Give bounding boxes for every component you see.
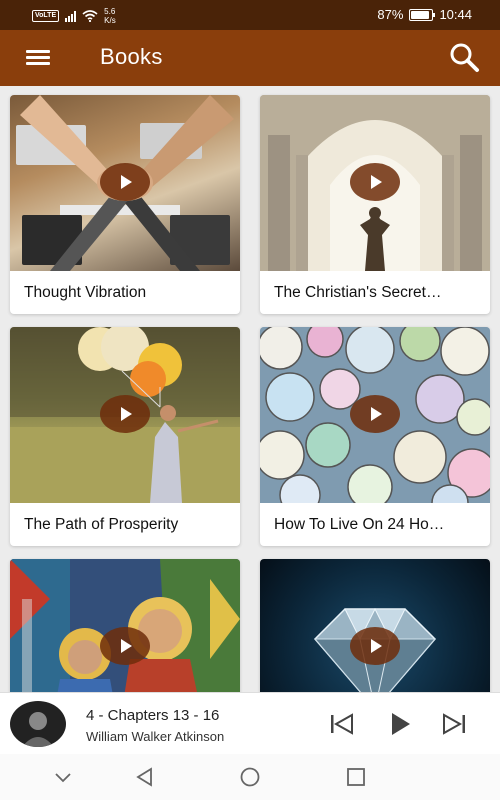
battery-icon [409,8,436,21]
battery-percent: 87% [377,7,404,22]
book-card[interactable]: How To Live On 24 Ho… [260,327,490,546]
play-icon[interactable] [100,627,150,665]
play-icon[interactable] [100,395,150,433]
status-bar: VoLTE 5.6 K/s 87% 10:44 [0,0,500,30]
book-cover-image [260,327,490,503]
book-cover-image [10,95,240,271]
now-playing-bar[interactable]: 4 - Chapters 13 - 16 William Walker Atki… [0,692,500,754]
recents-square-icon[interactable] [345,766,367,788]
book-title: How To Live On 24 Ho… [274,516,445,533]
book-cover-image [10,559,240,692]
now-playing-cover[interactable] [10,701,66,747]
book-card[interactable]: The Christian's Secret… [260,95,490,314]
search-icon[interactable] [446,40,482,76]
author-portrait-icon [22,712,54,747]
play-icon[interactable] [386,710,414,738]
page-title: Books [100,44,163,69]
status-left: VoLTE 5.6 K/s [32,7,116,25]
stained-glass-illustration [10,559,240,692]
status-right: 87% 10:44 [377,7,472,22]
skip-next-icon[interactable] [440,710,468,738]
play-icon[interactable] [350,163,400,201]
book-grid: Thought Vibration The Christian's Secret… [0,86,500,692]
now-playing-author: William Walker Atkinson [86,729,225,744]
diamond-illustration [313,607,437,692]
battery-level [411,10,429,19]
app-screen: VoLTE 5.6 K/s 87% 10:44 Books Thought Vi… [0,0,500,800]
system-nav-bar [0,754,500,800]
book-title: The Path of Prosperity [24,516,179,533]
play-icon[interactable] [350,627,400,665]
wifi-icon [82,10,98,22]
book-cover-image [10,327,240,503]
network-speed: 5.6 K/s [104,7,116,25]
skip-previous-icon[interactable] [328,710,356,738]
book-title: Thought Vibration [24,284,147,301]
book-card[interactable] [10,559,240,692]
book-cover-image [260,95,490,271]
clock: 10:44 [439,7,472,22]
book-cover-image [260,559,490,692]
signal-icon [65,10,77,22]
book-card[interactable]: The Path of Prosperity [10,327,240,546]
home-circle-icon[interactable] [239,766,261,788]
volte-badge: VoLTE [32,10,60,22]
hamburger-menu-icon[interactable] [22,44,54,72]
book-title: The Christian's Secret… [274,284,442,301]
book-card[interactable] [260,559,490,692]
play-icon[interactable] [100,163,150,201]
chevron-down-icon[interactable] [52,766,74,788]
network-speed-value: 5.6 [104,7,116,16]
play-icon[interactable] [350,395,400,433]
now-playing-track: 4 - Chapters 13 - 16 [86,707,220,724]
book-card[interactable]: Thought Vibration [10,95,240,314]
app-bar: Books [0,30,500,86]
back-triangle-icon[interactable] [134,766,156,788]
network-speed-unit: K/s [104,16,116,25]
